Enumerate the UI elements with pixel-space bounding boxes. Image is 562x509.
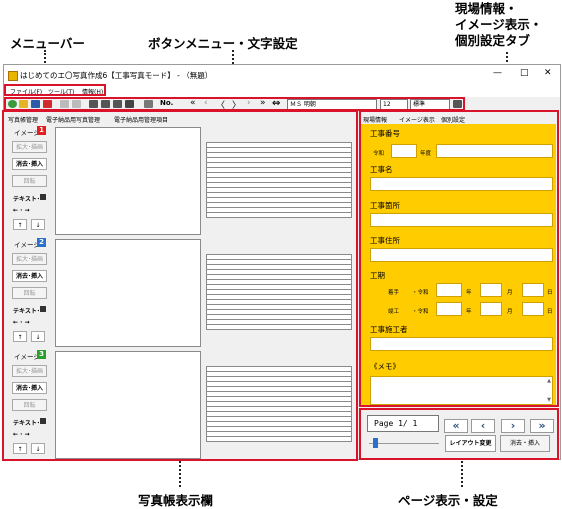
highlight-right-tabs — [359, 110, 559, 407]
callout-right-tabs-line3: 個別設定タブ — [455, 33, 531, 48]
window-title: はじめてのエ〇写真作成6【工事写真モード】 - （無題） — [20, 71, 213, 80]
highlight-toolbar — [4, 97, 465, 111]
callout-button-menu: ボタンメニュー・文字設定 — [148, 36, 298, 51]
maximize-button[interactable]: □ — [520, 68, 529, 78]
highlight-photo-area — [2, 110, 358, 461]
connector-photo-area — [179, 461, 181, 487]
highlight-page-nav — [359, 408, 559, 460]
highlight-menu-bar — [4, 84, 106, 96]
title-bar: はじめてのエ〇写真作成6【工事写真モード】 - （無題） — □ ✕ — [4, 65, 560, 85]
close-button[interactable]: ✕ — [544, 68, 552, 78]
minimize-button[interactable]: — — [493, 68, 502, 78]
connector-page-settings — [461, 461, 463, 487]
callout-right-tabs-line1: 現場情報・ — [455, 1, 518, 16]
callout-right-tabs-line2: イメージ表示・ — [455, 17, 543, 32]
callout-page-settings: ページ表示・設定 — [398, 493, 498, 508]
callout-right-tabs: 現場情報・ イメージ表示・ 個別設定タブ — [455, 1, 542, 49]
app-icon — [8, 71, 18, 81]
callout-photo-area: 写真帳表示欄 — [138, 493, 214, 508]
callout-menu-bar: メニューバー — [10, 36, 85, 51]
